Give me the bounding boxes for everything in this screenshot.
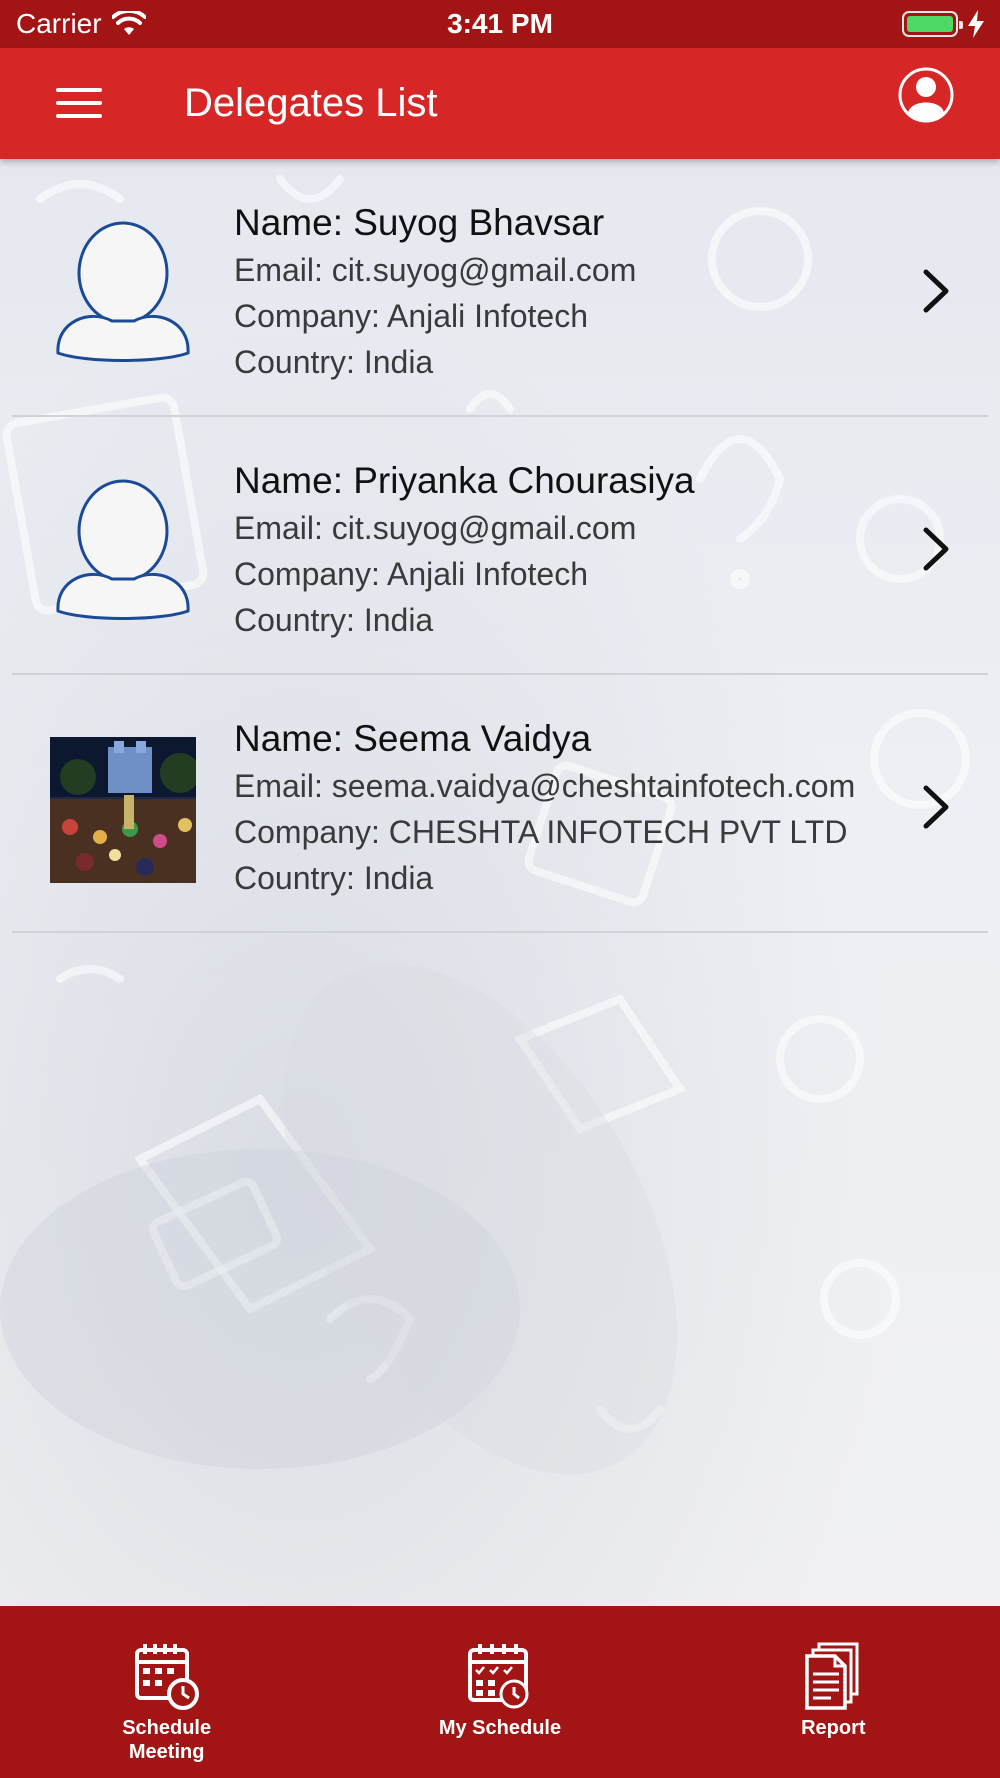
chevron-right-icon[interactable] [922, 526, 952, 572]
delegate-country: Country: India [234, 602, 434, 638]
tab-report[interactable]: Report [667, 1606, 1000, 1778]
delegate-company: Company: Anjali Infotech [234, 556, 588, 592]
delegate-email: Email: seema.vaidya@cheshtainfotech.com [234, 768, 856, 804]
wifi-icon [111, 11, 146, 35]
tab-bar: Schedule Meeting My Schedule Report [0, 1606, 1000, 1778]
tab-label: Report [801, 1717, 866, 1739]
chevron-right-icon[interactable] [922, 784, 952, 830]
delegate-email: Email: cit.suyog@gmail.com [234, 252, 637, 288]
status-right [902, 9, 986, 39]
report-document-icon [805, 1642, 859, 1710]
hamburger-menu-icon [56, 88, 102, 92]
tab-label: Schedule Meeting [122, 1717, 212, 1763]
tab-my-schedule[interactable]: My Schedule [333, 1606, 666, 1778]
charging-bolt-icon [968, 10, 984, 38]
tab-label: My Schedule [438, 1717, 562, 1739]
delegate-info: Name: Suyog Bhavsar Email: cit.suyog@gma… [234, 199, 928, 385]
menu-button[interactable] [56, 78, 108, 128]
list-item[interactable]: Name: Priyanka Chourasiya Email: cit.suy… [12, 417, 988, 675]
delegate-country: Country: India [234, 860, 434, 896]
list-item[interactable]: Name: Seema Vaidya Email: seema.vaidya@c… [12, 675, 988, 933]
content-area[interactable]: Name: Suyog Bhavsar Email: cit.suyog@gma… [0, 159, 1000, 1606]
delegates-list: Name: Suyog Bhavsar Email: cit.suyog@gma… [0, 159, 1000, 933]
tab-schedule-meeting[interactable]: Schedule Meeting [0, 1606, 333, 1778]
nav-bar: Delegates List [0, 48, 1000, 159]
calendar-clock-icon [134, 1644, 199, 1710]
battery-icon [902, 11, 963, 37]
delegate-company: Company: Anjali Infotech [234, 298, 588, 334]
delegate-name: Name: Priyanka Chourasiya [234, 460, 695, 501]
status-time: 3:41 PM [447, 8, 553, 39]
avatar-placeholder-icon [56, 479, 190, 620]
carrier-label: Carrier [16, 8, 102, 39]
avatar-placeholder-icon [56, 221, 190, 362]
delegate-email: Email: cit.suyog@gmail.com [234, 510, 637, 546]
delegate-info: Name: Priyanka Chourasiya Email: cit.suy… [234, 457, 928, 643]
delegate-country: Country: India [234, 344, 434, 380]
list-item[interactable]: Name: Suyog Bhavsar Email: cit.suyog@gma… [12, 159, 988, 417]
delegate-name: Name: Suyog Bhavsar [234, 202, 605, 243]
delegate-name: Name: Seema Vaidya [234, 718, 592, 759]
status-bar: Carrier 3:41 PM [0, 0, 1000, 48]
delegate-info: Name: Seema Vaidya Email: seema.vaidya@c… [234, 715, 928, 901]
user-profile-icon [898, 67, 954, 123]
profile-button[interactable] [898, 67, 954, 123]
calendar-check-icon [467, 1644, 529, 1709]
chevron-right-icon[interactable] [922, 268, 952, 314]
page-title: Delegates List [184, 81, 438, 125]
status-left: Carrier [16, 8, 146, 40]
delegate-company: Company: CHESHTA INFOTECH PVT LTD [234, 814, 848, 850]
avatar-photo [50, 737, 196, 883]
